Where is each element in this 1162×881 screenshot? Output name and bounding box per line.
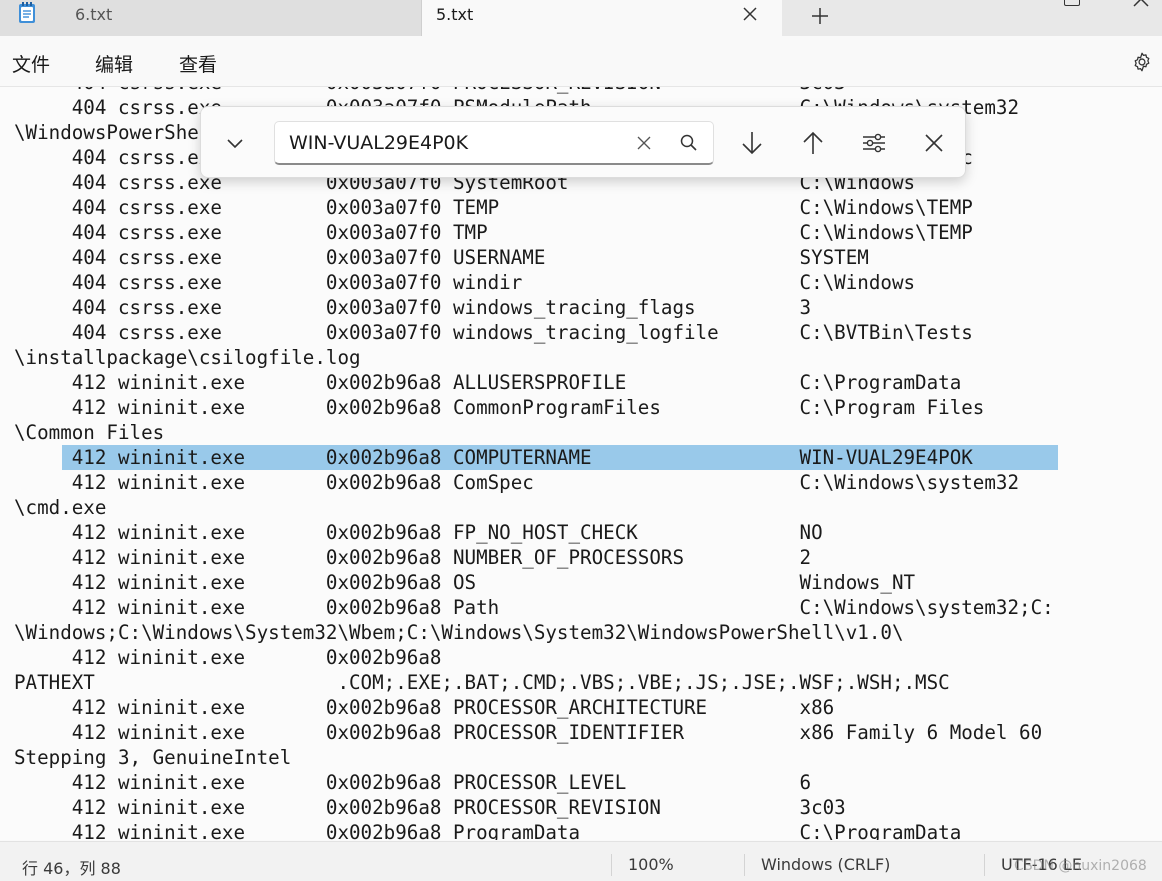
text-line: 412 wininit.exe 0x002b96a8 PROCESSOR_REV… <box>14 796 846 819</box>
text-line: 404 csrss.exe 0x003a07f0 TMP C:\Windows\… <box>14 221 973 244</box>
status-separator <box>984 854 985 876</box>
status-separator <box>611 854 612 876</box>
menu-file[interactable]: 文件 <box>12 50 50 77</box>
notepad-window: 6.txt 5.txt 文件 编辑 查看 404 csrss.exe \Wind… <box>0 0 1162 881</box>
status-bar: 行 46，列 88 100% Windows (CRLF) UTF-16 LE … <box>0 841 1162 881</box>
text-line: \Common Files <box>14 421 165 444</box>
text-line: 412 wininit.exe 0x002b96a8 OS Windows_NT <box>14 571 916 594</box>
clear-icon[interactable] <box>633 132 655 154</box>
arrow-up-icon[interactable] <box>799 129 827 157</box>
close-icon[interactable] <box>920 129 948 157</box>
plus-icon[interactable] <box>806 2 834 30</box>
text-line: 412 wininit.exe 0x002b96a8 NUMBER_OF_PRO… <box>14 546 812 569</box>
text-line: 412 wininit.exe 0x002b96a8 <box>14 646 442 669</box>
text-line: 404 csrss.exe 0x003a07f0 TEMP C:\Windows… <box>14 196 973 219</box>
text-line: 412 wininit.exe 0x002b96a8 FP_NO_HOST_CH… <box>14 521 823 544</box>
menu-edit[interactable]: 编辑 <box>95 50 133 77</box>
text-line: \installpackage\csilogfile.log <box>14 346 361 369</box>
zoom-level[interactable]: 100% <box>628 855 674 874</box>
find-bar <box>200 106 966 178</box>
text-line: 404 csrss.exe 0x003a07f0 USERNAME SYSTEM <box>14 246 869 269</box>
menu-bar: 文件 编辑 查看 <box>0 36 1162 87</box>
line-ending[interactable]: Windows (CRLF) <box>761 855 890 874</box>
window-close-icon[interactable] <box>1130 0 1152 10</box>
arrow-down-icon[interactable] <box>738 129 766 157</box>
text-line: 412 wininit.exe 0x002b96a8 Path C:\Windo… <box>14 596 1054 619</box>
watermark: CSDN @nuxin2068 <box>1014 858 1147 874</box>
text-line: 412 wininit.exe 0x002b96a8 ComSpec C:\Wi… <box>14 471 1020 494</box>
text-line: \Windows;C:\Windows\System32\Wbem;C:\Win… <box>14 621 904 644</box>
tab-label: 6.txt <box>75 5 113 24</box>
tab-6-txt[interactable]: 6.txt <box>0 0 422 36</box>
find-input-box <box>274 121 714 165</box>
gear-icon[interactable] <box>1131 51 1153 73</box>
text-line: 412 wininit.exe 0x002b96a8 CommonProgram… <box>14 396 985 419</box>
options-icon[interactable] <box>860 129 888 157</box>
text-line: 404 csrss.exe 0x003a07f0 windows_tracing… <box>14 296 812 319</box>
text-line: 412 wininit.exe 0x002b96a8 ProgramData C… <box>14 821 962 840</box>
chevron-down-icon[interactable] <box>223 131 247 155</box>
status-separator <box>744 854 745 876</box>
text-line: 404 csrss.exe 0x003a07f0 PROCESSOR_REVIS… <box>14 87 846 95</box>
text-line: \cmd.exe <box>14 496 107 519</box>
find-input[interactable] <box>289 130 619 156</box>
tab-strip: 6.txt 5.txt <box>0 0 1162 36</box>
menu-view[interactable]: 查看 <box>179 50 217 77</box>
text-line: Stepping 3, GenuineIntel <box>14 746 292 769</box>
maximize-button[interactable] <box>1064 0 1080 6</box>
tab-5-txt[interactable]: 5.txt <box>422 0 782 36</box>
text-editor[interactable]: 404 csrss.exe 0x003a07f0 PROCESSOR_REVIS… <box>0 87 1162 840</box>
text-line: 412 wininit.exe 0x002b96a8 ALLUSERSPROFI… <box>14 371 962 394</box>
close-icon[interactable] <box>738 2 762 26</box>
tab-label: 5.txt <box>436 5 474 24</box>
cursor-position[interactable]: 行 46，列 88 <box>22 855 121 879</box>
text-line: 412 wininit.exe 0x002b96a8 PROCESSOR_LEV… <box>14 771 812 794</box>
search-icon[interactable] <box>679 133 699 153</box>
text-line: 412 wininit.exe 0x002b96a8 PROCESSOR_IDE… <box>14 721 1043 744</box>
text-line: 412 wininit.exe 0x002b96a8 PROCESSOR_ARC… <box>14 696 835 719</box>
text-line: 404 csrss.exe 0x003a07f0 windows_tracing… <box>14 321 973 344</box>
text-line: 404 csrss.exe 0x003a07f0 windir C:\Windo… <box>14 271 916 294</box>
text-line: PATHEXT .COM;.EXE;.BAT;.CMD;.VBS;.VBE;.J… <box>14 671 950 694</box>
text-line: 412 wininit.exe 0x002b96a8 COMPUTERNAME … <box>14 446 973 469</box>
notepad-icon <box>19 2 35 23</box>
